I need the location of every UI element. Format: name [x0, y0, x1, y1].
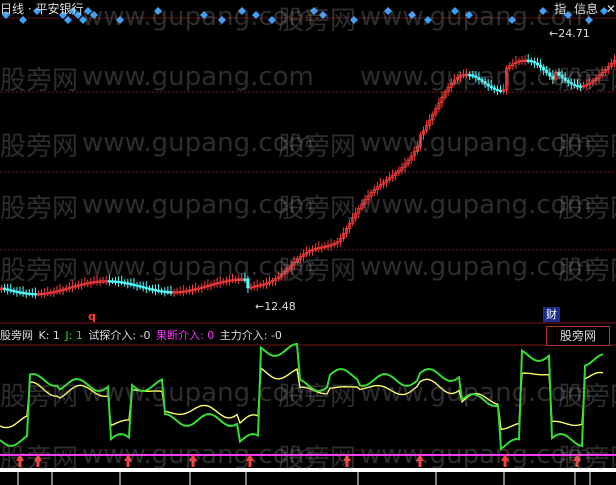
candle-body — [572, 83, 577, 87]
low-price-label: ←12.48 — [255, 300, 296, 313]
candle-body — [169, 291, 173, 294]
candle-body — [529, 60, 533, 63]
candle-body — [569, 82, 573, 85]
candle-body — [150, 288, 155, 291]
candle-body — [6, 288, 10, 291]
candle-body — [548, 72, 552, 77]
decisive-entry-value: 果断介入: 0 — [156, 329, 215, 342]
candle-body — [557, 71, 561, 76]
candle-body — [160, 290, 164, 293]
candle-body — [163, 290, 167, 293]
candle-body — [153, 289, 158, 292]
candle-body — [495, 88, 500, 92]
indicator-tab[interactable]: 股旁网 — [546, 326, 610, 346]
close-icon[interactable]: ✕ — [606, 2, 616, 16]
candle-body — [492, 87, 496, 90]
candle-body — [545, 69, 549, 74]
candle-body — [141, 286, 145, 289]
candlestick-series — [0, 54, 616, 299]
candle-body — [560, 74, 564, 79]
candle-body — [24, 292, 28, 295]
chart-title: 日线 · 平安银行 — [0, 2, 84, 16]
info-button[interactable]: 信息 — [574, 2, 598, 16]
candle-body — [15, 290, 19, 293]
signal-diamond — [218, 16, 226, 24]
candle-body — [144, 286, 148, 290]
candle-body — [147, 287, 151, 290]
signal-q-marker: q — [88, 310, 96, 323]
indicator-legend: 股旁网 K: 1 J: 1 试探介入: -0 果断介入: 0 主力介入: -0 — [0, 328, 284, 344]
candle-body — [480, 79, 484, 83]
signal-diamond — [154, 7, 162, 15]
candle-body — [18, 291, 22, 294]
candle-body — [110, 280, 115, 283]
candle-body — [471, 74, 475, 77]
candle-body — [166, 291, 170, 294]
indicator-panel — [0, 342, 616, 472]
signal-diamond — [84, 7, 92, 15]
probe-entry-value: 试探介入: -0 — [88, 329, 151, 342]
signal-diamond — [539, 7, 547, 15]
signal-diamond — [116, 16, 124, 24]
k-value: K: 1 — [38, 329, 60, 342]
candle-body — [138, 285, 142, 288]
j-value: J: 1 — [65, 329, 83, 342]
candle-body — [157, 289, 161, 292]
signal-diamonds — [2, 7, 608, 24]
indicator-name[interactable]: 股旁网 — [0, 329, 33, 342]
signal-diamond — [424, 16, 432, 24]
signal-diamond — [384, 7, 392, 15]
candle-body — [498, 89, 503, 93]
signal-diamond — [350, 16, 358, 24]
grid-lines — [0, 17, 616, 346]
candle-body — [132, 283, 136, 287]
candle-body — [126, 282, 130, 285]
candle-body — [107, 280, 111, 283]
k-line — [0, 342, 604, 451]
candle-body — [30, 292, 34, 296]
candle-body — [563, 77, 567, 81]
candle-body — [578, 85, 583, 88]
header-toolbar: 指 信息 ✕ — [550, 0, 616, 18]
candle-body — [532, 61, 536, 64]
candle-body — [123, 281, 127, 285]
signal-diamond — [508, 16, 516, 24]
high-price-label: ←24.71 — [549, 27, 590, 40]
index-button[interactable]: 指 — [554, 2, 566, 16]
candle-body — [116, 280, 121, 284]
candle-body — [12, 289, 16, 293]
signal-diamond — [451, 7, 459, 15]
candle-body — [483, 81, 487, 85]
candle-body — [129, 282, 133, 286]
candle-body — [551, 75, 555, 80]
candle-body — [538, 64, 543, 68]
candle-body — [477, 77, 481, 80]
candle-body — [526, 59, 530, 62]
candle-body — [120, 281, 124, 284]
j-line — [0, 366, 604, 431]
candle-body — [33, 293, 38, 296]
candle-body — [489, 85, 493, 89]
candle-body — [113, 280, 118, 283]
chart-canvas — [0, 7, 616, 485]
candle-body — [27, 292, 31, 295]
signal-diamond — [238, 7, 246, 15]
main-force-entry-value: 主力介入: -0 — [219, 329, 282, 342]
candle-body — [486, 83, 490, 87]
candle-body — [243, 278, 247, 281]
signal-diamond — [310, 7, 318, 15]
candle-body — [566, 80, 570, 83]
candle-body — [9, 289, 13, 292]
candle-body — [3, 287, 7, 290]
candle-body — [474, 75, 478, 78]
signal-diamond — [268, 16, 276, 24]
candle-body — [246, 278, 250, 289]
candle-body — [468, 73, 472, 77]
finance-badge[interactable]: 财 — [543, 307, 560, 322]
candle-body — [135, 284, 139, 287]
candle-body — [575, 84, 580, 88]
candle-body — [542, 66, 546, 71]
candle-body — [535, 62, 540, 66]
candle-body — [21, 291, 25, 295]
